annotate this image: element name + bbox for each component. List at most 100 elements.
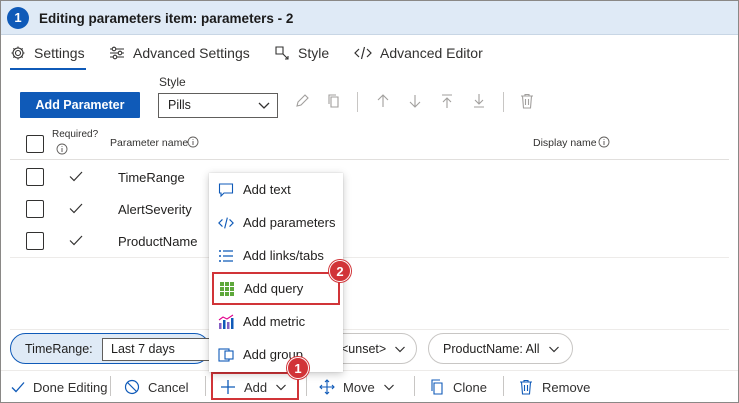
menu-item-label: Add query bbox=[244, 281, 304, 296]
menu-item-add-group[interactable]: Add group bbox=[209, 338, 343, 371]
parameter-name: ProductName bbox=[118, 234, 198, 249]
tab-advanced-settings[interactable]: Advanced Settings bbox=[109, 36, 250, 70]
menu-item-add-metric[interactable]: Add metric bbox=[209, 305, 343, 338]
copy-icon[interactable] bbox=[324, 91, 344, 111]
style-label: Style bbox=[159, 75, 186, 89]
parameter-name-header: Parameter name bbox=[110, 137, 189, 149]
command-divider bbox=[306, 376, 307, 396]
move-button[interactable]: Move bbox=[319, 371, 395, 403]
clone-icon bbox=[431, 379, 443, 395]
chevron-down-icon bbox=[258, 102, 270, 109]
callout-badge-1: 1 bbox=[287, 357, 309, 379]
parameter-name: TimeRange bbox=[118, 170, 185, 185]
move-icon bbox=[319, 379, 335, 395]
productname-parameter[interactable]: ProductName: All bbox=[428, 333, 573, 364]
sliders-icon bbox=[110, 46, 124, 60]
parameter-name: AlertSeverity bbox=[118, 202, 192, 217]
tab-advanced-editor-label: Advanced Editor bbox=[380, 45, 483, 61]
move-up-icon[interactable] bbox=[373, 91, 393, 111]
select-all-checkbox[interactable] bbox=[26, 135, 44, 153]
checkmark-icon bbox=[11, 382, 25, 393]
command-divider bbox=[205, 376, 206, 396]
callout-badge-2: 2 bbox=[329, 260, 351, 282]
move-down-icon[interactable] bbox=[405, 91, 425, 111]
info-icon bbox=[598, 136, 610, 148]
preview-divider bbox=[10, 329, 729, 330]
unset-value: <unset> bbox=[341, 341, 387, 356]
timerange-parameter[interactable]: TimeRange: Last 7 days bbox=[10, 333, 212, 364]
display-name-header: Display name bbox=[533, 137, 597, 149]
command-divider bbox=[503, 376, 504, 396]
move-bottom-icon[interactable] bbox=[469, 91, 489, 111]
table-row[interactable]: AlertSeverity bbox=[10, 193, 729, 225]
table-header-divider bbox=[10, 159, 729, 160]
clone-label: Clone bbox=[453, 379, 487, 395]
tab-style-label: Style bbox=[298, 45, 330, 61]
group-icon bbox=[218, 347, 234, 362]
menu-item-add-parameters[interactable]: Add parameters bbox=[209, 206, 343, 239]
style-dropdown[interactable]: Pills bbox=[158, 93, 278, 118]
table-row[interactable]: TimeRange bbox=[10, 161, 729, 193]
row-checkbox[interactable] bbox=[26, 200, 44, 218]
tab-settings-label: Settings bbox=[34, 45, 85, 61]
page-title: Editing parameters item: parameters - 2 bbox=[39, 11, 294, 26]
tab-settings[interactable]: Settings bbox=[10, 36, 86, 70]
tab-advanced-settings-label: Advanced Settings bbox=[133, 45, 250, 61]
info-icon bbox=[187, 136, 199, 148]
chevron-down-icon bbox=[549, 346, 559, 353]
gear-icon bbox=[11, 46, 25, 60]
metric-icon bbox=[218, 314, 234, 329]
add-button-highlight bbox=[211, 372, 299, 400]
command-divider bbox=[110, 376, 111, 396]
timerange-label: TimeRange: bbox=[25, 341, 93, 356]
move-top-icon[interactable] bbox=[437, 91, 457, 111]
cancel-button[interactable]: Cancel bbox=[124, 371, 188, 403]
move-label: Move bbox=[343, 379, 375, 395]
menu-item-label: Add metric bbox=[243, 314, 306, 329]
checkmark-icon bbox=[69, 171, 83, 182]
tab-advanced-editor[interactable]: Advanced Editor bbox=[354, 36, 483, 70]
command-bar: Done Editing Cancel Add Move Clone Remov… bbox=[1, 370, 738, 402]
done-editing-label: Done Editing bbox=[33, 379, 108, 395]
delete-icon bbox=[520, 379, 532, 395]
cancel-label: Cancel bbox=[148, 379, 189, 395]
add-menu: Add text Add parameters Add links/tabs A… bbox=[209, 173, 343, 372]
done-editing-button[interactable]: Done Editing bbox=[11, 371, 107, 403]
text-icon bbox=[218, 182, 234, 197]
menu-item-add-links-tabs[interactable]: Add links/tabs bbox=[209, 239, 343, 272]
productname-label: ProductName: All bbox=[443, 341, 540, 356]
code-icon bbox=[218, 217, 234, 228]
menu-item-label: Add links/tabs bbox=[243, 248, 324, 263]
tab-style[interactable]: Style bbox=[274, 36, 329, 70]
chevron-down-icon bbox=[395, 346, 405, 353]
edit-icon[interactable] bbox=[292, 91, 312, 111]
editor-header: 1 Editing parameters item: parameters - … bbox=[1, 1, 738, 35]
clone-button[interactable]: Clone bbox=[429, 371, 487, 403]
command-divider bbox=[414, 376, 415, 396]
toolbar-divider bbox=[357, 92, 358, 112]
info-icon bbox=[56, 143, 68, 155]
toolbar-divider bbox=[503, 92, 504, 112]
add-parameter-button[interactable]: Add Parameter bbox=[20, 92, 140, 118]
table-row[interactable]: ProductName bbox=[10, 225, 729, 257]
checkmark-icon bbox=[69, 235, 83, 246]
timerange-value: Last 7 days bbox=[111, 342, 175, 356]
remove-label: Remove bbox=[542, 379, 591, 395]
remove-button[interactable]: Remove bbox=[518, 371, 590, 403]
row-checkbox[interactable] bbox=[26, 232, 44, 250]
menu-item-label: Add text bbox=[243, 182, 291, 197]
tab-bar: Settings Advanced Settings Style Advance… bbox=[0, 36, 739, 70]
chevron-down-icon bbox=[383, 384, 394, 391]
menu-item-add-query[interactable]: Add query bbox=[212, 272, 340, 305]
menu-item-label: Add parameters bbox=[243, 215, 336, 230]
step-badge: 1 bbox=[7, 7, 29, 29]
style-icon bbox=[275, 46, 289, 60]
timerange-dropdown[interactable]: Last 7 days bbox=[102, 338, 212, 361]
cancel-icon bbox=[124, 379, 140, 395]
required-header: Required? bbox=[52, 129, 99, 140]
menu-item-add-text[interactable]: Add text bbox=[209, 173, 343, 206]
row-checkbox[interactable] bbox=[26, 168, 44, 186]
table-bottom-divider bbox=[10, 257, 729, 258]
list-icon bbox=[219, 249, 233, 262]
delete-icon[interactable] bbox=[517, 91, 537, 111]
